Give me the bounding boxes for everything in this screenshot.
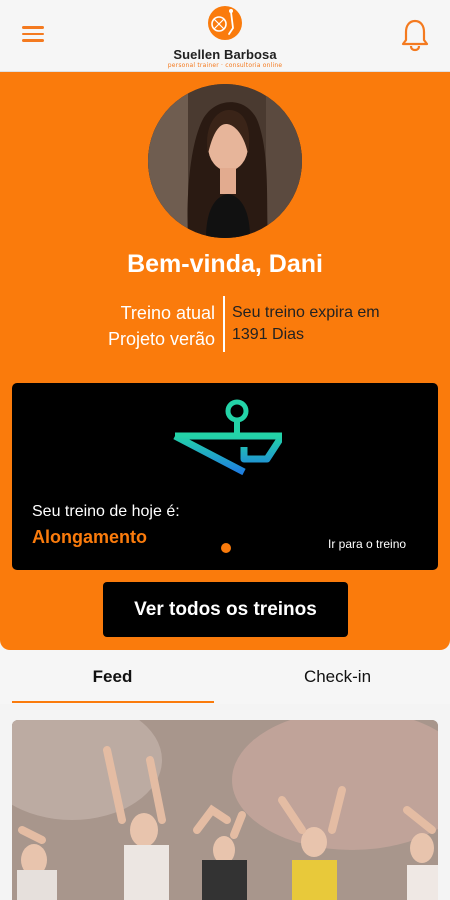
stretching-figure-icon — [173, 399, 282, 527]
current-plan: Treino atual Projeto verão — [108, 300, 215, 352]
hero-panel: Bem-vinda, Dani Treino atual Projeto ver… — [0, 72, 450, 650]
brand: Suellen Barbosa personal trainer · consu… — [150, 4, 300, 69]
view-all-workouts-button[interactable]: Ver todos os treinos — [103, 582, 348, 637]
brand-name: Suellen Barbosa — [173, 47, 277, 62]
current-plan-name: Projeto verão — [107, 329, 215, 349]
menu-icon[interactable] — [22, 22, 48, 46]
tab-feed[interactable]: Feed — [0, 650, 225, 704]
expiry-label: Seu treino expira em — [232, 304, 380, 321]
brand-logo-icon — [208, 6, 242, 40]
feed-post-image[interactable] — [12, 720, 438, 900]
feed-photo — [12, 720, 438, 900]
go-to-workout-link[interactable]: Ir para o treino — [328, 537, 406, 551]
current-plan-label: Treino atual — [120, 303, 215, 323]
today-workout-name: Alongamento — [32, 527, 147, 547]
brand-tagline: personal trainer · consultoria online — [167, 62, 283, 69]
today-label: Seu treino de hoje é: — [32, 503, 180, 520]
expiry-value: 1391 Dias — [232, 326, 305, 343]
top-bar: Suellen Barbosa personal trainer · consu… — [0, 0, 450, 72]
welcome-title: Bem-vinda, Dani — [127, 250, 323, 278]
tab-checkin[interactable]: Check-in — [225, 650, 450, 704]
active-tab-indicator — [12, 701, 214, 703]
plan-expiry: Seu treino expira em 1391 Dias — [232, 302, 380, 346]
bell-icon[interactable] — [400, 18, 430, 52]
plan-divider — [223, 296, 225, 352]
avatar[interactable] — [148, 84, 302, 238]
avatar-photo — [148, 84, 302, 238]
tab-bar: Feed Check-in — [0, 650, 450, 704]
today-workout-card[interactable]: Seu treino de hoje é: Alongamento Ir par… — [12, 383, 438, 570]
carousel-indicator — [221, 543, 231, 553]
